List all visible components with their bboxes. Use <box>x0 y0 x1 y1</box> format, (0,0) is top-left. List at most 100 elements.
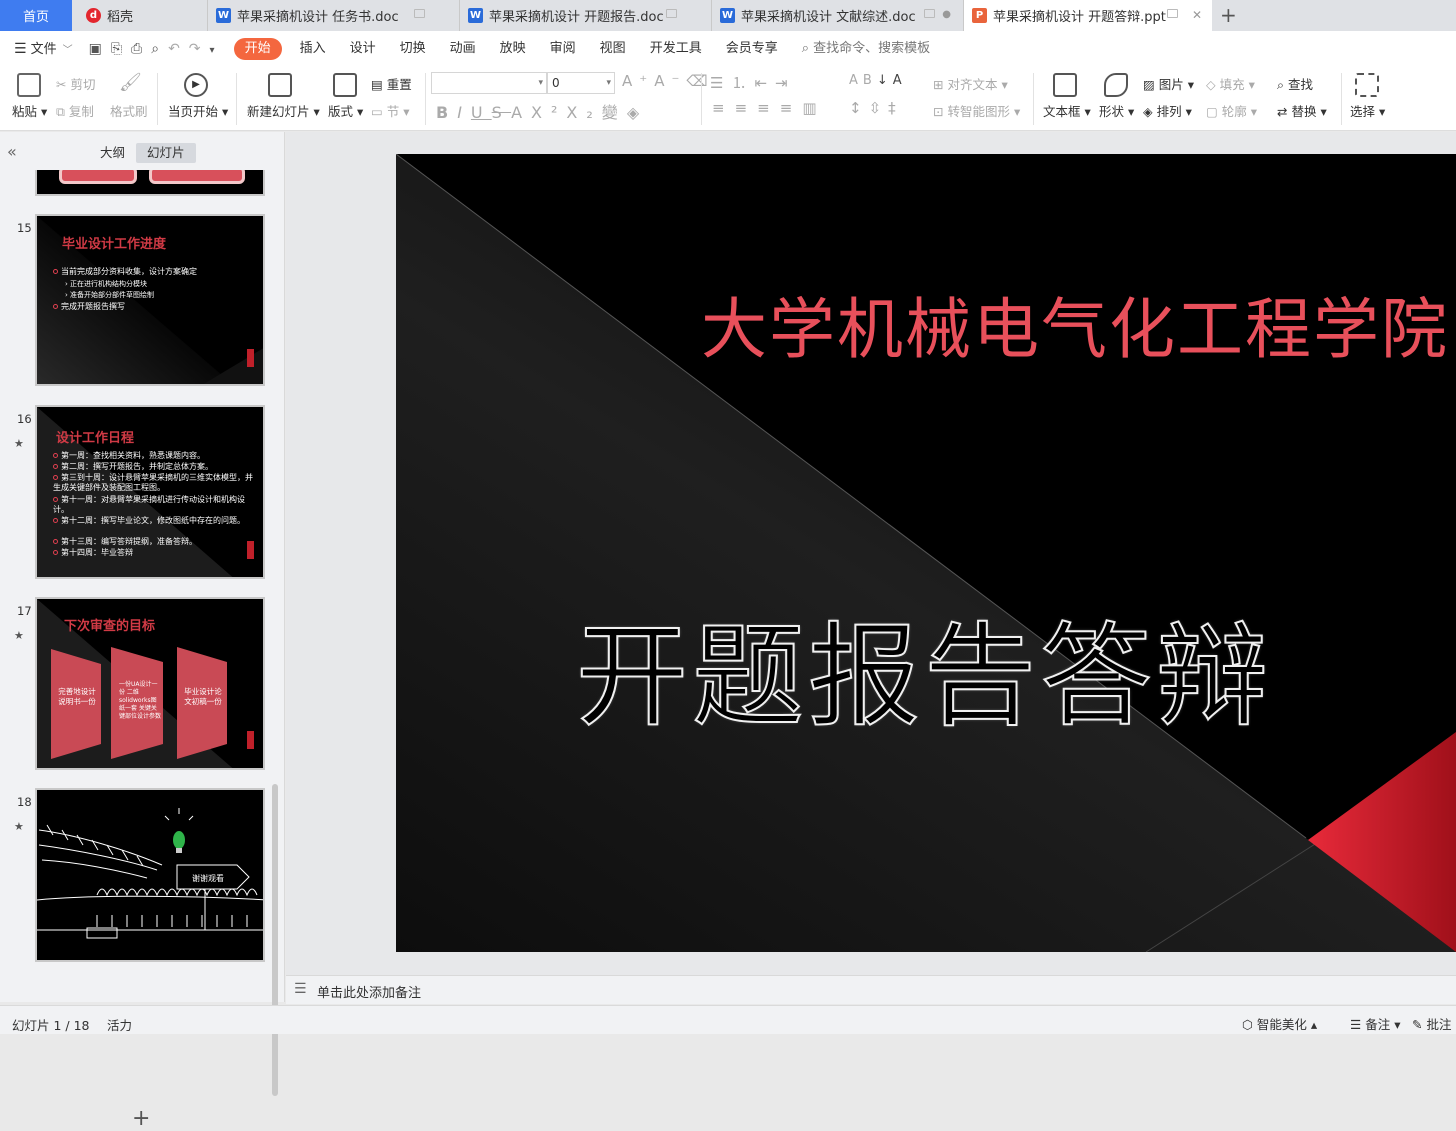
shape-button[interactable]: 形状 ▾ <box>1099 101 1134 120</box>
new-tab-icon[interactable]: + <box>1220 3 1237 27</box>
spacing-icon[interactable]: ‡ <box>888 99 903 117</box>
shape-icon[interactable] <box>1104 73 1128 97</box>
textbox-icon[interactable] <box>1053 73 1077 97</box>
quick-access-toolbar[interactable]: ▣⎘⎙⌕↶↷▾ <box>85 31 228 67</box>
align-left-icon[interactable]: ≡ <box>712 99 735 117</box>
select-button[interactable]: 选择 ▾ <box>1350 101 1385 120</box>
menu-tab-insert[interactable]: 插入 <box>288 31 338 67</box>
slide-thumbnail-18[interactable]: 谢谢观看 <box>35 788 265 962</box>
sort-icon[interactable]: ↓A <box>877 73 907 88</box>
notes-toggle-button[interactable]: ☰ 备注 ▾ <box>1350 1014 1400 1033</box>
paragraph-spacing-icon[interactable]: ⇳ <box>869 99 889 117</box>
increase-indent-icon[interactable]: ⇥ <box>775 74 796 92</box>
paragraph-tools-top[interactable]: ☰⒈⇤⇥ <box>710 72 796 93</box>
font-color-icon[interactable]: A <box>511 103 531 122</box>
find-button[interactable]: ⌕ 查找 <box>1277 74 1313 93</box>
section-button[interactable]: ▭ 节 ▾ <box>371 101 410 120</box>
layout-icon[interactable] <box>333 73 357 97</box>
replace-button[interactable]: ⇄ 替换 ▾ <box>1277 101 1327 120</box>
slide-thumbnail-17[interactable]: 下次审查的目标 完善地设计说明书一份 一份UA设计一份 二维solidworks… <box>35 597 265 770</box>
play-icon[interactable]: ▶ <box>184 73 208 97</box>
superscript-icon[interactable]: X² <box>531 103 566 122</box>
picture-button[interactable]: ▨ 图片 ▾ <box>1143 74 1194 93</box>
tab-home[interactable]: 首页 <box>0 0 72 31</box>
increase-font-icon[interactable]: A⁺ <box>622 72 654 90</box>
reset-button[interactable]: ▤ 重置 <box>371 74 412 93</box>
export-pdf-icon[interactable]: ⎘ <box>111 41 131 57</box>
tab-daoke[interactable]: d 稻壳 <box>72 0 208 31</box>
text-box-style-icon[interactable]: AB <box>849 73 877 88</box>
font-family-select[interactable]: ▾ <box>431 72 547 94</box>
justify-icon[interactable]: ≡ <box>780 99 803 117</box>
paste-button[interactable]: 粘贴 ▾ <box>12 101 47 120</box>
copy-button[interactable]: ⧉ 复制 <box>56 101 94 120</box>
smart-shape-button[interactable]: ⊡ 转智能图形 ▾ <box>933 101 1020 120</box>
new-slide-icon[interactable] <box>268 73 292 97</box>
decrease-indent-icon[interactable]: ⇤ <box>754 74 775 92</box>
smart-beautify-button[interactable]: ⬡ 智能美化 ▴ <box>1242 1014 1317 1033</box>
tab-task-doc[interactable]: W 苹果采摘机设计 任务书.doc <box>208 0 460 31</box>
menu-tab-member[interactable]: 会员专享 <box>714 31 790 67</box>
spacing-tools[interactable]: ↕⇳‡ <box>849 99 903 117</box>
file-menu[interactable]: ☰ 文件 ﹀ <box>0 31 85 67</box>
textbox-button[interactable]: 文本框 ▾ <box>1043 101 1091 120</box>
from-current-button[interactable]: 当页开始 ▾ <box>168 101 228 120</box>
arrange-button[interactable]: ◈ 排列 ▾ <box>1143 101 1192 120</box>
numbered-list-icon[interactable]: ⒈ <box>731 74 754 92</box>
bullet-list-icon[interactable]: ☰ <box>710 74 731 92</box>
slide-thumbnail-14[interactable] <box>35 170 265 196</box>
collapse-panel-icon[interactable]: « <box>7 142 17 161</box>
presentation-title[interactable]: 开题报告答辩 <box>575 586 1272 748</box>
paste-icon[interactable] <box>17 73 41 97</box>
layout-button[interactable]: 版式 ▾ <box>328 101 363 120</box>
theme-name[interactable]: 活力 <box>107 1015 132 1034</box>
menu-tab-start[interactable]: 开始 <box>233 38 282 60</box>
menu-tab-animation[interactable]: 动画 <box>438 31 488 67</box>
command-search[interactable]: ⌕ 查找命令、搜索模板 <box>790 31 942 67</box>
add-slide-icon[interactable]: + <box>132 1106 150 1131</box>
menu-tab-slideshow[interactable]: 放映 <box>488 31 538 67</box>
redo-icon[interactable]: ↷ <box>189 41 210 57</box>
customize-icon[interactable]: ▾ <box>210 45 224 56</box>
align-right-icon[interactable]: ≡ <box>757 99 780 117</box>
menu-tab-design[interactable]: 设计 <box>338 31 388 67</box>
outline-button[interactable]: ▢ 轮廓 ▾ <box>1206 101 1257 120</box>
fill-button[interactable]: ◇ 填充 ▾ <box>1206 74 1255 93</box>
strikethrough-icon[interactable]: S <box>492 103 511 122</box>
slide-thumbnail-15[interactable]: 毕业设计工作进度 当前完成部分资料收集，设计方案确定 › 正在进行机构结构分模块… <box>35 214 265 386</box>
panel-scrollbar[interactable] <box>272 784 278 1096</box>
format-painter-button[interactable]: 格式刷 <box>110 101 148 120</box>
comments-button[interactable]: ✎ 批注 <box>1412 1014 1451 1033</box>
new-slide-button[interactable]: 新建幻灯片 ▾ <box>247 101 320 120</box>
close-icon[interactable]: ✕ <box>1192 8 1202 22</box>
tab-outline[interactable]: 大纲 <box>89 143 136 163</box>
distribute-icon[interactable]: ▥ <box>802 99 826 117</box>
align-center-icon[interactable]: ≡ <box>735 99 758 117</box>
italic-icon[interactable]: I <box>457 103 471 122</box>
subscript-icon[interactable]: X₂ <box>566 103 601 122</box>
select-icon[interactable] <box>1355 73 1379 97</box>
main-slide[interactable]: 大学机械电气化工程学院 开题报告答辩 <box>396 154 1456 952</box>
bold-icon[interactable]: B <box>436 103 457 122</box>
decrease-font-icon[interactable]: A⁻ <box>654 72 686 90</box>
menu-tab-transition[interactable]: 切换 <box>388 31 438 67</box>
save-icon[interactable]: ▣ <box>89 41 111 57</box>
highlight-icon[interactable]: ◈ <box>627 103 648 122</box>
tab-defense-ppt[interactable]: P 苹果采摘机设计 开题答辩.ppt ✕ <box>964 0 1212 31</box>
notes-placeholder[interactable]: 单击此处添加备注 <box>317 982 421 1001</box>
text-direction-tools[interactable]: AB↓A <box>849 73 907 88</box>
align-text-button[interactable]: ⊞ 对齐文本 ▾ <box>933 74 1008 93</box>
cut-button[interactable]: ✂ 剪切 <box>56 74 95 93</box>
font-size-select[interactable]: 0 ▾ <box>547 72 615 94</box>
tab-proposal-doc[interactable]: W 苹果采摘机设计 开题报告.doc <box>460 0 712 31</box>
college-title[interactable]: 大学机械电气化工程学院 <box>701 276 1449 372</box>
tab-slides[interactable]: 幻灯片 <box>136 143 196 163</box>
print-preview-icon[interactable]: ⌕ <box>151 41 168 57</box>
slide-thumbnail-16[interactable]: 设计工作日程 第一周：查找相关资料，熟悉课题内容。 第二周：撰写开题报告，并制定… <box>35 405 265 579</box>
line-spacing-icon[interactable]: ↕ <box>849 99 869 117</box>
text-format-tools[interactable]: BIUSAX²X₂變◈ <box>436 99 648 123</box>
menu-tab-developer[interactable]: 开发工具 <box>638 31 714 67</box>
underline-icon[interactable]: U <box>471 103 492 122</box>
menu-tab-review[interactable]: 审阅 <box>538 31 588 67</box>
paragraph-tools-bottom[interactable]: ≡≡≡≡▥ <box>712 99 827 117</box>
